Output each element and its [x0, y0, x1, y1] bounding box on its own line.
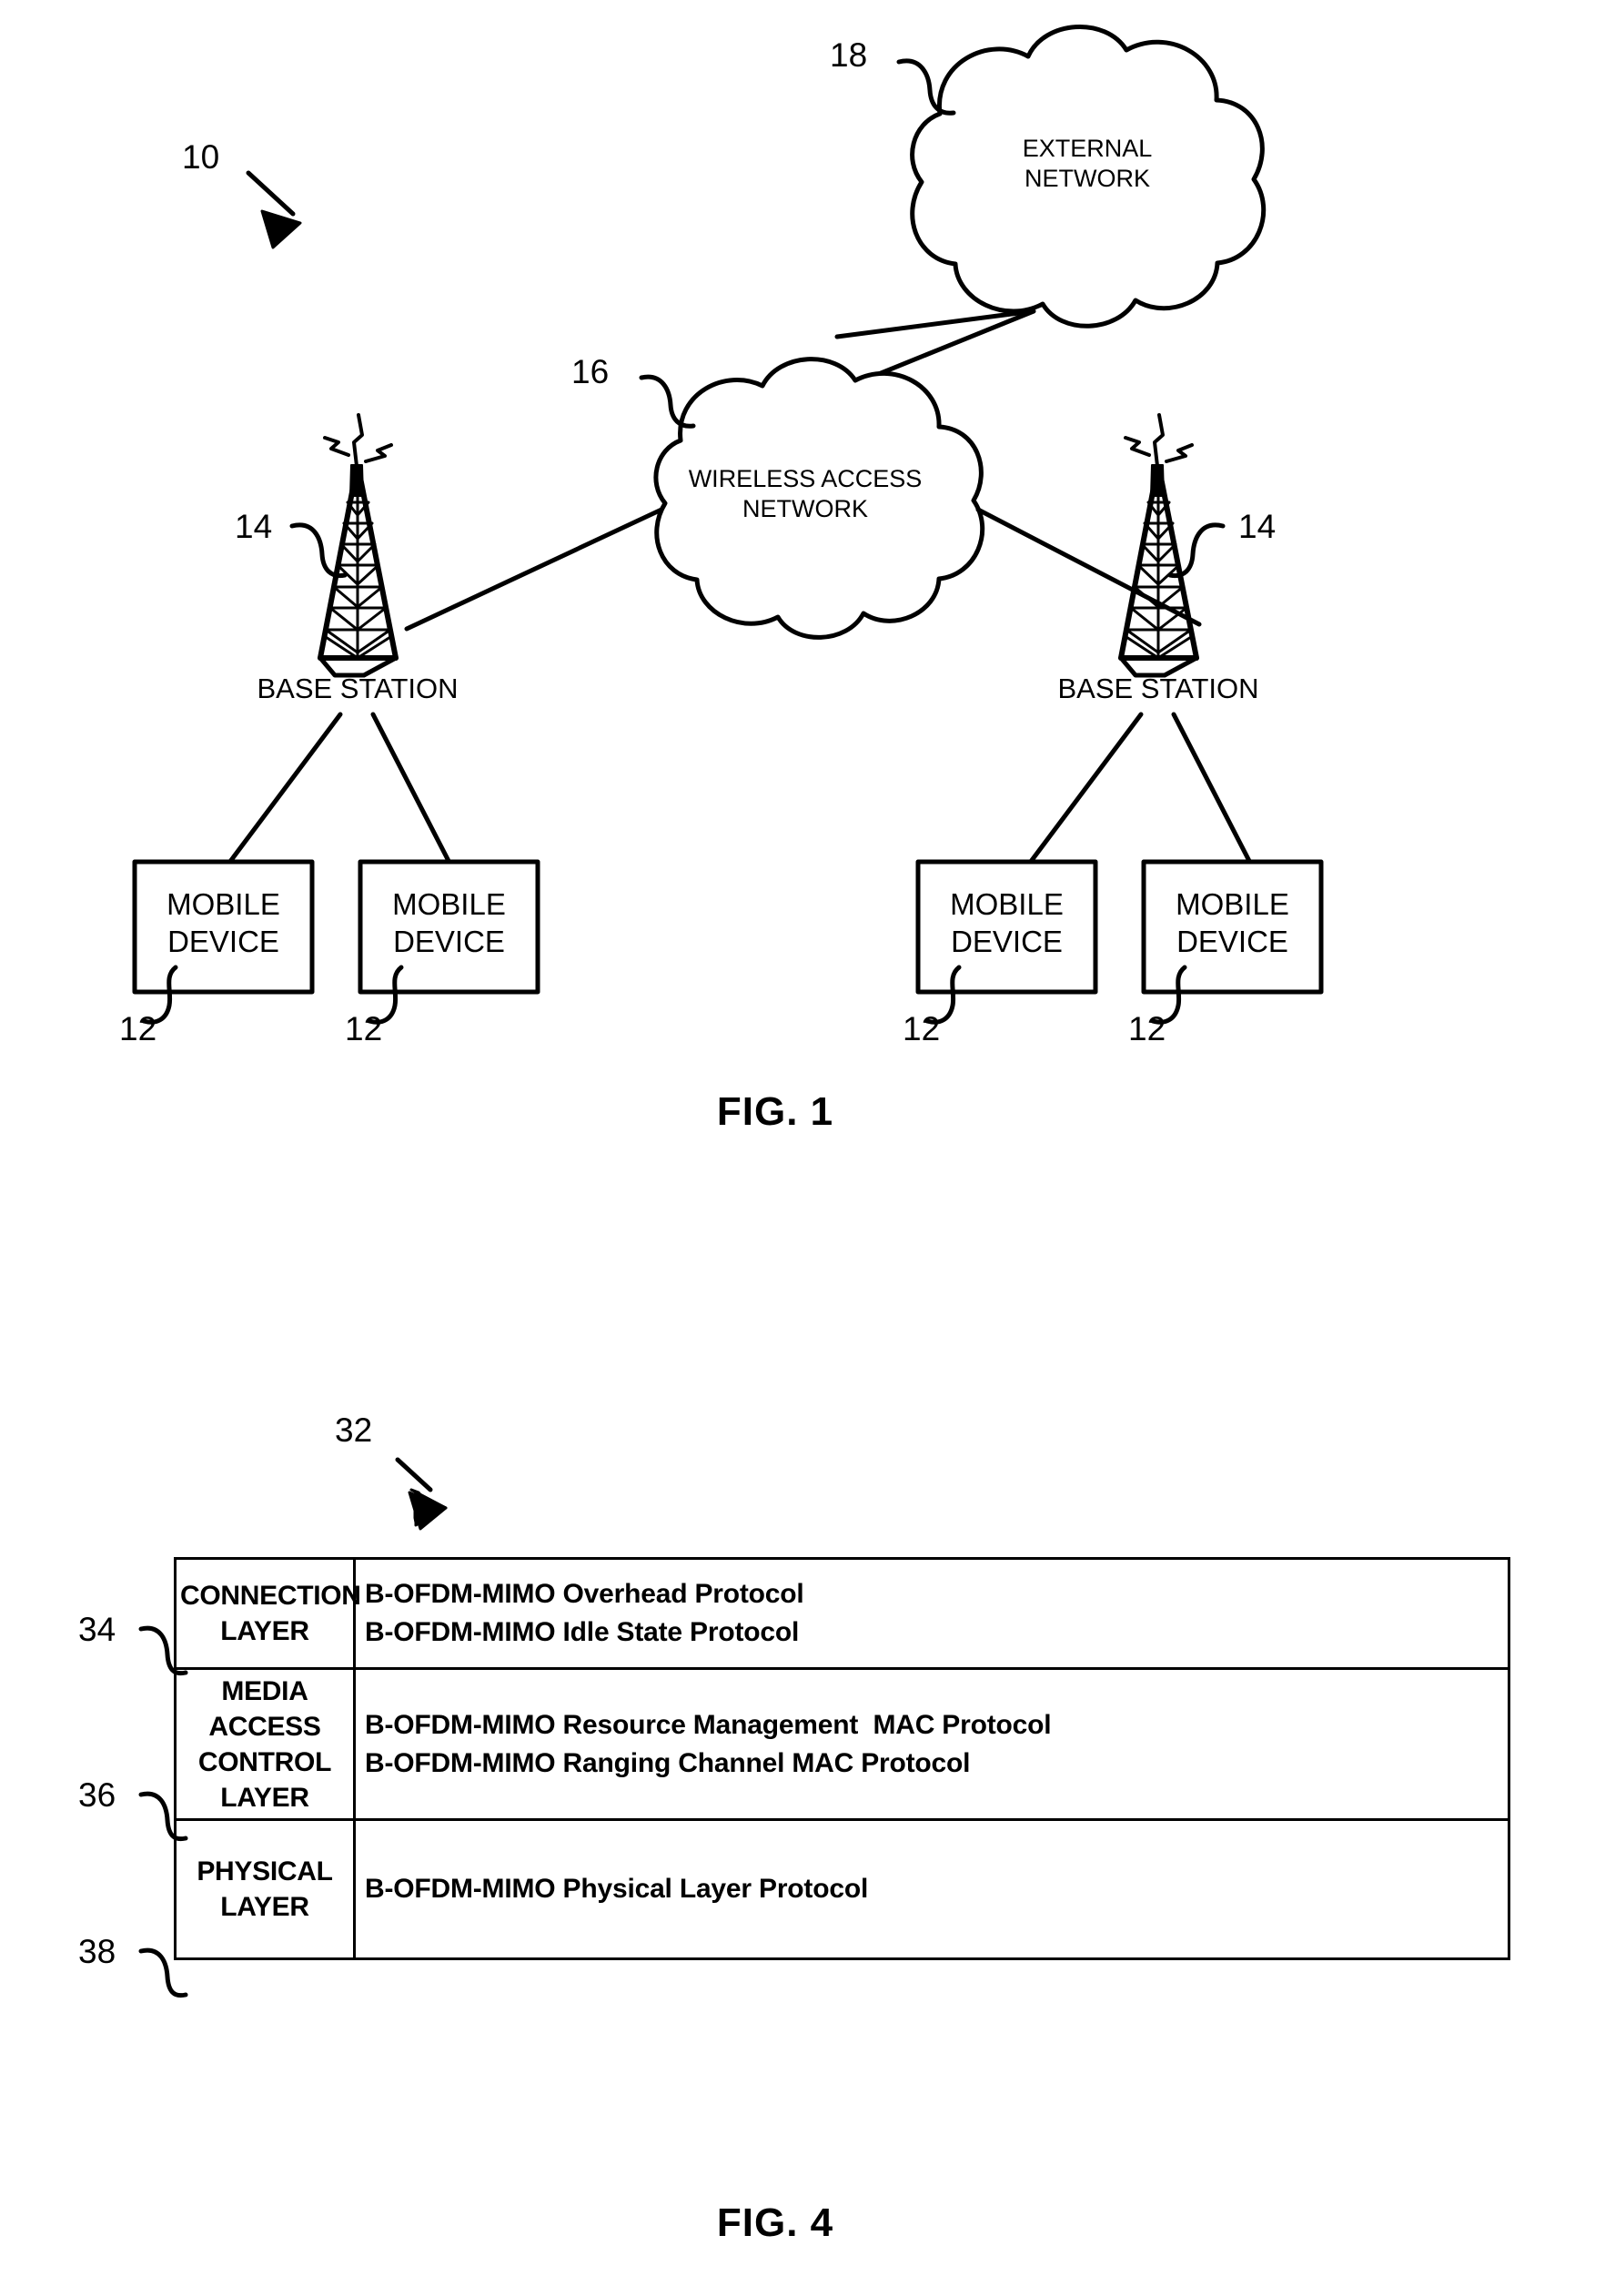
system-ref-number: 10: [182, 138, 220, 176]
mac-layer-line1: MEDIA: [221, 1675, 308, 1706]
mobile-device-label-1-line1: MOBILE: [167, 887, 280, 921]
table-row: PHYSICAL LAYER B-OFDM-MIMO Physical Laye…: [174, 1818, 1510, 1960]
external-network-ref-number: 18: [830, 36, 868, 74]
mac-layer-ref-number: 36: [78, 1776, 116, 1814]
wireless-access-network-label: WIRELESS ACCESS NETWORK: [619, 464, 992, 524]
physical-protocol-1: B-OFDM-MIMO Physical Layer Protocol: [365, 1874, 869, 1904]
stack-ref-number: 32: [335, 1411, 373, 1449]
wireless-access-network-label-line1: WIRELESS ACCESS: [688, 465, 923, 492]
link-bs-right-to-md3: [1027, 712, 1144, 865]
base-station-tower-right: [1118, 413, 1226, 678]
protocol-cell-mac: B-OFDM-MIMO Resource Management MAC Prot…: [353, 1667, 1510, 1821]
mobile-device-label-2: MOBILE DEVICE: [360, 885, 538, 961]
mobile-device-ref-number-4: 12: [1128, 1010, 1166, 1047]
mobile-device-label-1-line2: DEVICE: [167, 925, 279, 959]
mobile-device-label-4-line2: DEVICE: [1176, 925, 1288, 959]
protocol-cell-connection: B-OFDM-MIMO Overhead Protocol B-OFDM-MIM…: [353, 1557, 1510, 1670]
figure-1-caption: FIG. 1: [716, 1089, 834, 1134]
protocol-cell-physical: B-OFDM-MIMO Physical Layer Protocol: [353, 1818, 1510, 1960]
mobile-device-ref-number-3: 12: [903, 1010, 941, 1047]
connection-layer-ref-number: 34: [78, 1611, 116, 1648]
stack-ref-arrow: [395, 1457, 448, 1531]
table-row: MEDIA ACCESS CONTROL LAYER B-OFDM-MIMO R…: [174, 1667, 1510, 1821]
base-station-right-ref-number: 14: [1238, 508, 1277, 545]
connection-layer-line1: CONNECTION: [180, 1581, 361, 1611]
mac-protocol-1: B-OFDM-MIMO Resource Management MAC Prot…: [365, 1709, 1052, 1740]
link-bs-left-to-md1: [227, 712, 343, 865]
layer-name-cell-physical: PHYSICAL LAYER: [174, 1818, 356, 1960]
wireless-access-network-label-line2: NETWORK: [742, 494, 868, 522]
mobile-device-label-2-line2: DEVICE: [393, 925, 505, 959]
physical-layer-line1: PHYSICAL: [197, 1856, 333, 1886]
base-station-right-label: BASE STATION: [1057, 673, 1259, 704]
link-wan-to-bs-left: [404, 507, 664, 632]
mobile-device-label-2-line1: MOBILE: [392, 887, 506, 921]
mac-layer-line4: LAYER: [220, 1782, 309, 1813]
mobile-device-label-1: MOBILE DEVICE: [135, 885, 312, 961]
base-station-left-label: BASE STATION: [257, 673, 459, 704]
physical-layer-line2: LAYER: [220, 1892, 309, 1922]
base-station-left-ref-number: 14: [235, 508, 273, 545]
link-bs-right-to-md4: [1171, 712, 1253, 865]
patent-figure-page: 10 18 EXTERNAL NETWORK 16 WIRELESS ACCES…: [0, 0, 1605, 2296]
mobile-device-label-3-line2: DEVICE: [951, 925, 1063, 959]
system-ref-arrow: [246, 170, 302, 249]
connection-protocol-1: B-OFDM-MIMO Overhead Protocol: [365, 1579, 804, 1609]
connection-layer-line2: LAYER: [220, 1616, 309, 1646]
layer-name-cell-mac: MEDIA ACCESS CONTROL LAYER: [174, 1667, 356, 1821]
mobile-device-ref-number-1: 12: [119, 1010, 157, 1047]
mobile-device-ref-number-2: 12: [345, 1010, 383, 1047]
mobile-device-label-3: MOBILE DEVICE: [918, 885, 1095, 961]
connection-protocol-2: B-OFDM-MIMO Idle State Protocol: [365, 1617, 800, 1647]
base-station-tower-left: [289, 413, 399, 678]
external-network-label-line1: EXTERNAL: [1022, 135, 1153, 162]
external-network-label-line2: NETWORK: [1025, 164, 1150, 192]
mobile-device-label-4-line1: MOBILE: [1176, 887, 1289, 921]
external-network-label: EXTERNAL NETWORK: [955, 134, 1219, 194]
table-row: CONNECTION LAYER B-OFDM-MIMO Overhead Pr…: [174, 1557, 1510, 1670]
link-bs-left-to-md2: [370, 712, 452, 865]
protocol-stack-table: CONNECTION LAYER B-OFDM-MIMO Overhead Pr…: [174, 1557, 1510, 1960]
figure-4-caption: FIG. 4: [716, 2200, 834, 2245]
wireless-access-network-ref-number: 16: [571, 353, 610, 390]
physical-layer-ref-number: 38: [78, 1933, 116, 1970]
mobile-device-label-3-line1: MOBILE: [950, 887, 1064, 921]
mac-protocol-2: B-OFDM-MIMO Ranging Channel MAC Protocol: [365, 1747, 971, 1778]
mac-layer-line2: ACCESS: [208, 1711, 321, 1742]
mobile-device-label-4: MOBILE DEVICE: [1144, 885, 1321, 961]
layer-name-cell-connection: CONNECTION LAYER: [174, 1557, 361, 1670]
mac-layer-line3: CONTROL: [197, 1746, 332, 1777]
